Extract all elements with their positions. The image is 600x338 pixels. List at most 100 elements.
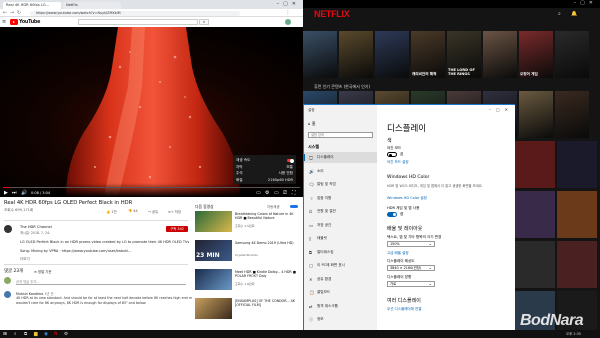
orientation-dropdown[interactable]: 가로 (387, 281, 435, 287)
resolution-dropdown[interactable]: 3840 × 2160(권장) (387, 265, 435, 271)
progress-bar[interactable] (3, 187, 300, 188)
description-line: LG OLED Perfect Black in an HDR promo vi… (20, 240, 190, 244)
night-light-toggle[interactable] (387, 152, 397, 157)
cast-icon[interactable]: ⎚ (283, 190, 287, 196)
poster[interactable] (515, 241, 555, 288)
netflix-taskbar-icon[interactable]: N (54, 332, 57, 337)
annotation-toggle[interactable] (287, 158, 294, 163)
task-view-icon[interactable]: ⧉ (24, 332, 27, 337)
hdr-toggle[interactable] (387, 212, 397, 217)
back-icon[interactable]: ← (2, 10, 8, 16)
poster[interactable] (515, 141, 555, 188)
divider (4, 264, 188, 265)
search-icon[interactable]: ⌕ (199, 19, 209, 25)
browser-tab-netflix[interactable]: Netflix (63, 2, 121, 9)
settings-taskbar-icon[interactable]: ⚙ (64, 332, 68, 337)
search-icon[interactable]: ⌕ (558, 11, 561, 17)
sort-button[interactable]: ≡ 정렬 기준 (34, 269, 51, 274)
channel-name[interactable]: The HDR Channel (20, 225, 52, 229)
url-field[interactable]: https://www.youtube.com/watch?v=NuykIZMX… (30, 10, 240, 16)
fullscreen-icon[interactable]: ⛶ (292, 190, 296, 196)
poster[interactable] (557, 241, 597, 288)
poster[interactable] (555, 31, 589, 78)
subtitles-icon[interactable]: ▭ (256, 190, 261, 196)
sidebar-item-9[interactable]: ✕ 공유 환경 (304, 274, 377, 285)
comment-input[interactable]: 공개 댓글 추가... (16, 279, 186, 285)
related-item[interactable]: Breathtaking Colors of Nature in 4K HDR … (195, 211, 301, 232)
play-icon[interactable]: ▶ (4, 190, 8, 196)
like-button[interactable]: 👍 1천 (106, 209, 117, 214)
window-controls[interactable]: –▢✕ (574, 0, 597, 6)
settings-search-input[interactable]: 설정 검색 (308, 132, 373, 138)
home-button[interactable]: ⌂ 홈 (308, 121, 316, 127)
share-button[interactable]: ↪ 공유 (148, 209, 158, 214)
youtube-logo[interactable]: YouTube (10, 19, 40, 25)
forward-icon[interactable]: → (9, 10, 15, 16)
channel-avatar[interactable] (4, 225, 12, 233)
autoplay-toggle[interactable] (290, 204, 298, 208)
scale-dropdown[interactable]: 150% (387, 241, 435, 247)
sidebar-item-10[interactable]: 📋 클립보드 (304, 287, 377, 298)
window-controls[interactable]: –▢✕ (277, 1, 300, 7)
file-explorer-icon[interactable]: ▆ (34, 332, 38, 337)
poster[interactable] (515, 191, 555, 238)
poster[interactable] (303, 31, 337, 78)
sidebar-item-7[interactable]: ⧉ 멀티태스킹 (304, 247, 377, 258)
reload-icon[interactable]: ↻ (16, 10, 22, 16)
sidebar-item-4[interactable]: ⏻ 전원 및 절전 (304, 206, 377, 217)
sidebar-icon: ⇄ (309, 303, 313, 309)
dislike-button[interactable]: 👎 44 (128, 209, 138, 213)
night-light-link[interactable]: 야간 모드 설정 (387, 160, 409, 165)
next-icon[interactable]: ⏭ (12, 190, 17, 196)
related-item[interactable]: [ENSAMPLUS] OF THE CONDOR... 4K [OFFICIA… (195, 298, 301, 319)
show-more-link[interactable]: 더보기 (20, 257, 30, 262)
windows-start-icon[interactable]: ⊞ (3, 332, 7, 337)
sidebar-item-12[interactable]: ⓘ 정보 (304, 314, 377, 325)
save-button[interactable]: ≡+ 저장 (168, 209, 181, 214)
browser-icon[interactable]: ◉ (44, 332, 48, 337)
comments-count: 댓글 23개 (4, 269, 24, 274)
sidebar-item-1[interactable]: 🔊 소리 (304, 166, 377, 177)
sidebar-item-2[interactable]: 🗨 알림 및 작업 (304, 179, 377, 190)
poster[interactable] (339, 31, 373, 78)
window-controls[interactable]: –▢✕ (489, 107, 513, 112)
poster[interactable]: 캐리비안의 해적 (411, 31, 445, 78)
browser-tab-youtube[interactable]: Real 4K HDR 60fps LG... (3, 2, 61, 9)
sidebar-item-3[interactable]: ☽ 집중 지원 (304, 193, 377, 204)
theater-icon[interactable]: ▭ (274, 190, 279, 196)
sidebar-item-0[interactable]: 🖵 디스플레이 (304, 152, 377, 163)
page-title: 디스플레이 (387, 124, 427, 134)
advanced-scale-link[interactable]: 고급 배율 설정 (387, 251, 409, 256)
bell-icon[interactable]: 🔔 (571, 11, 577, 17)
clock[interactable]: 오후 2:35 (566, 332, 581, 337)
avatar[interactable] (285, 19, 291, 25)
netflix-logo[interactable]: NETFLIX (314, 9, 350, 19)
sidebar-item-5[interactable]: ▭ 저장 공간 (304, 220, 377, 231)
poster[interactable] (519, 91, 553, 138)
menu-icon[interactable]: ⋮ (285, 10, 291, 16)
poster[interactable]: THE LORD OF THE RINGS (447, 31, 481, 78)
poster[interactable] (557, 191, 597, 238)
related-item[interactable]: 23 MIN Samsung 4K Demo 2019 (Ultra HD) C… (195, 240, 301, 261)
sidebar-item-label: 집중 지원 (317, 195, 332, 200)
gear-icon[interactable]: ⚙ (265, 190, 269, 196)
wireless-display-link[interactable]: 무선 디스플레이에 연결 (387, 307, 421, 312)
poster[interactable] (375, 31, 409, 78)
row-title: 휴먼 인기 콘텐츠 (한국에서 인기) (314, 84, 371, 89)
sidebar-item-8[interactable]: ▢ 이 PC에 화면 표시 (304, 260, 377, 271)
poster[interactable] (555, 91, 589, 138)
subscribe-button[interactable]: 구독 342 (166, 226, 188, 232)
related-item[interactable]: Meet HDR ■ Kindle Dolby... 4 HDR ■ POLAR… (195, 269, 301, 290)
volume-icon[interactable]: 🔊 (21, 190, 27, 196)
poster[interactable]: 오징어 게임 (519, 31, 553, 78)
poster[interactable] (483, 31, 517, 78)
hamburger-icon[interactable]: ≡ (2, 19, 6, 25)
search-icon[interactable]: ⌕ (14, 332, 17, 337)
youtube-search-input[interactable] (78, 19, 198, 25)
sidebar-item-6[interactable]: ▯ 태블릿 (304, 233, 377, 244)
hd-color-link[interactable]: Windows HD Color 설정 (387, 196, 427, 201)
sidebar-item-11[interactable]: ⇄ 원격 데스크톱 (304, 301, 377, 312)
sidebar-item-label: 소리 (317, 168, 324, 173)
related-meta: 조회수 1.5만회 (235, 224, 255, 228)
poster[interactable] (557, 141, 597, 188)
